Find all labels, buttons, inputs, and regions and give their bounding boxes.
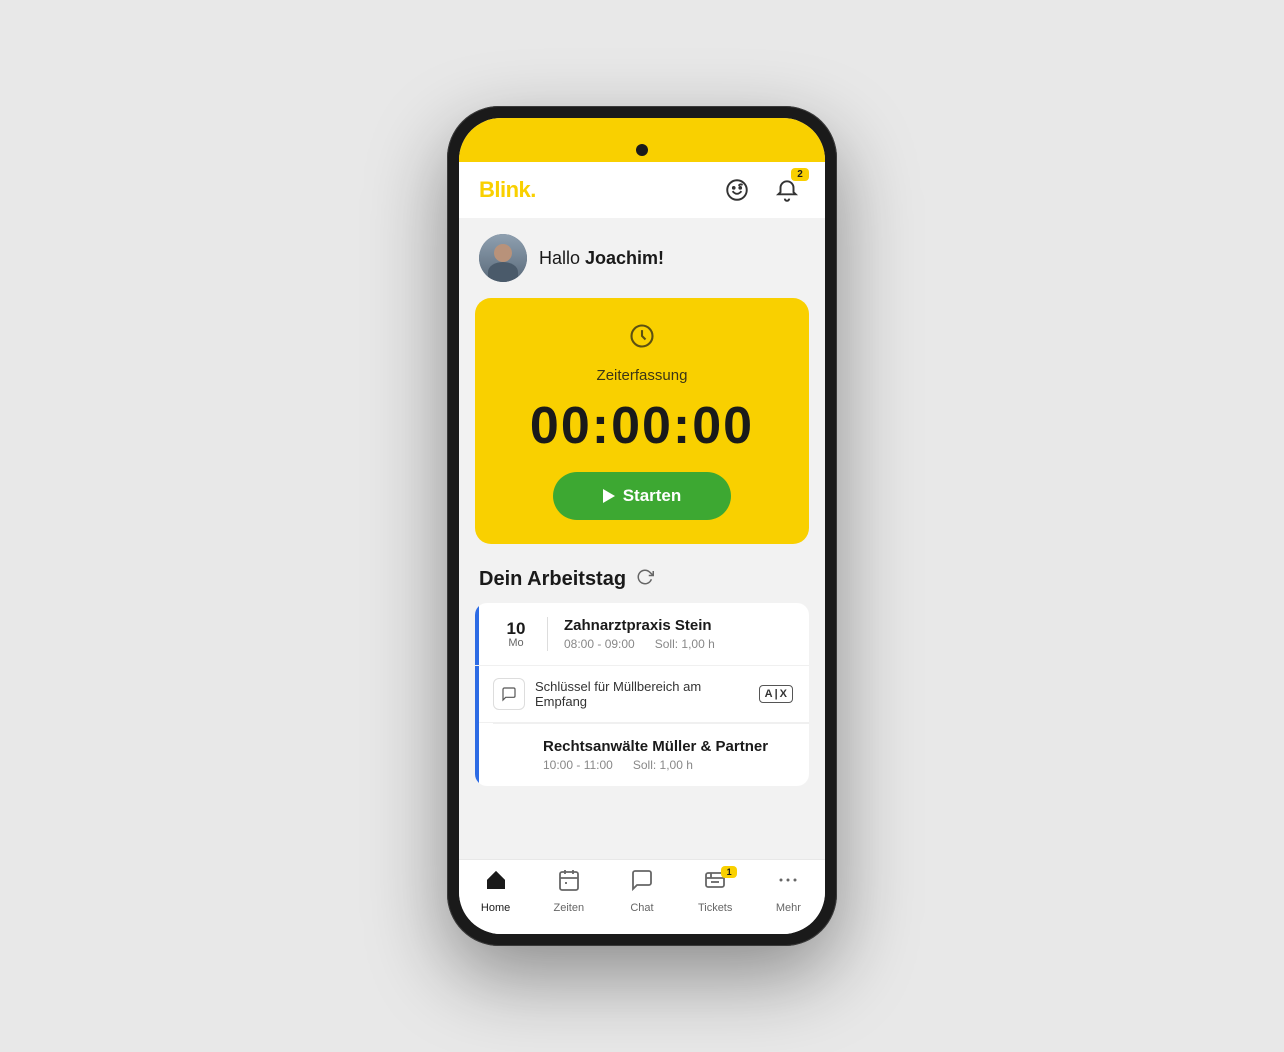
schedule-item[interactable]: Rechtsanwälte Müller & Partner 10:00 - 1… bbox=[475, 724, 809, 786]
schedule-time-range: 08:00 - 09:00 bbox=[564, 637, 635, 651]
main-content: Hallo Joachim! Zeiterfassung 00:00:00 St… bbox=[459, 218, 825, 859]
timer-clock-icon bbox=[628, 322, 656, 357]
date-day: Mo bbox=[508, 637, 523, 649]
nav-item-tickets[interactable]: 1 Tickets bbox=[685, 868, 745, 914]
nav-label-home: Home bbox=[481, 902, 510, 914]
nav-label-mehr: Mehr bbox=[776, 902, 801, 914]
start-button-label: Starten bbox=[623, 486, 682, 506]
notification-badge: 2 bbox=[791, 168, 809, 181]
emoji-icon-button[interactable] bbox=[719, 172, 755, 208]
schedule-name: Rechtsanwälte Müller & Partner bbox=[543, 738, 793, 755]
translate-label: A bbox=[765, 688, 773, 700]
schedule-soll: Soll: 1,00 h bbox=[633, 758, 693, 772]
status-bar bbox=[459, 118, 825, 162]
refresh-icon[interactable] bbox=[636, 568, 654, 591]
nav-label-zeiten: Zeiten bbox=[553, 902, 584, 914]
chat-icon bbox=[630, 868, 654, 898]
top-bar: Blink. 2 bbox=[459, 162, 825, 218]
translate-separator: | bbox=[775, 688, 778, 700]
note-chat-icon bbox=[493, 678, 525, 710]
date-box bbox=[493, 738, 531, 772]
camera-notch bbox=[636, 144, 648, 156]
schedule-time: 10:00 - 11:00 Soll: 1,00 h bbox=[543, 758, 793, 772]
note-item[interactable]: Schlüssel für Müllbereich am Empfang A |… bbox=[475, 666, 809, 723]
timer-label: Zeiterfassung bbox=[597, 367, 688, 384]
avatar-image bbox=[479, 234, 527, 282]
nav-label-tickets: Tickets bbox=[698, 902, 732, 914]
nav-label-chat: Chat bbox=[630, 902, 653, 914]
schedule-name: Zahnarztpraxis Stein bbox=[564, 617, 793, 634]
note-text: Schlüssel für Müllbereich am Empfang bbox=[535, 679, 749, 709]
top-icons: 2 bbox=[719, 172, 805, 208]
schedule-list: 10 Mo Zahnarztpraxis Stein 08:00 - 09:00… bbox=[475, 603, 809, 786]
schedule-time: 08:00 - 09:00 Soll: 1,00 h bbox=[564, 637, 793, 651]
bottom-nav: Home Zeiten bbox=[459, 859, 825, 934]
workday-title: Dein Arbeitstag bbox=[479, 568, 626, 591]
app-logo: Blink. bbox=[479, 177, 536, 203]
greeting-prefix: Hallo bbox=[539, 248, 585, 268]
avatar bbox=[479, 234, 527, 282]
schedule-info: Zahnarztpraxis Stein 08:00 - 09:00 Soll:… bbox=[564, 617, 793, 651]
greeting-name: Joachim! bbox=[585, 248, 664, 268]
timer-display: 00:00:00 bbox=[530, 400, 754, 452]
workday-header: Dein Arbeitstag bbox=[459, 560, 825, 603]
translate-badge[interactable]: A | X bbox=[759, 685, 793, 703]
date-box: 10 Mo bbox=[493, 617, 531, 651]
home-icon bbox=[484, 868, 508, 898]
schedule-item[interactable]: 10 Mo Zahnarztpraxis Stein 08:00 - 09:00… bbox=[475, 603, 809, 666]
nav-item-home[interactable]: Home bbox=[466, 868, 526, 914]
phone-device: Blink. 2 bbox=[447, 106, 837, 946]
nav-item-mehr[interactable]: Mehr bbox=[758, 868, 818, 914]
tickets-badge: 1 bbox=[721, 866, 737, 878]
nav-item-zeiten[interactable]: Zeiten bbox=[539, 868, 599, 914]
logo-text: Blink bbox=[479, 177, 530, 202]
date-number: 10 bbox=[507, 620, 526, 637]
play-icon bbox=[603, 489, 615, 503]
start-button[interactable]: Starten bbox=[553, 472, 732, 520]
notification-icon-button[interactable]: 2 bbox=[769, 172, 805, 208]
logo-dot: . bbox=[530, 177, 536, 202]
phone-screen: Blink. 2 bbox=[459, 118, 825, 934]
zeiten-icon bbox=[557, 868, 581, 898]
translate-label-2: X bbox=[780, 688, 787, 700]
greeting-section: Hallo Joachim! bbox=[459, 218, 825, 298]
greeting-text: Hallo Joachim! bbox=[539, 248, 664, 269]
schedule-soll: Soll: 1,00 h bbox=[655, 637, 715, 651]
schedule-group-1: 10 Mo Zahnarztpraxis Stein 08:00 - 09:00… bbox=[475, 603, 809, 786]
mehr-icon bbox=[776, 868, 800, 898]
schedule-info: Rechtsanwälte Müller & Partner 10:00 - 1… bbox=[543, 738, 793, 772]
timer-card: Zeiterfassung 00:00:00 Starten bbox=[475, 298, 809, 544]
schedule-time-range: 10:00 - 11:00 bbox=[543, 758, 613, 772]
nav-item-chat[interactable]: Chat bbox=[612, 868, 672, 914]
vertical-divider bbox=[547, 617, 548, 651]
